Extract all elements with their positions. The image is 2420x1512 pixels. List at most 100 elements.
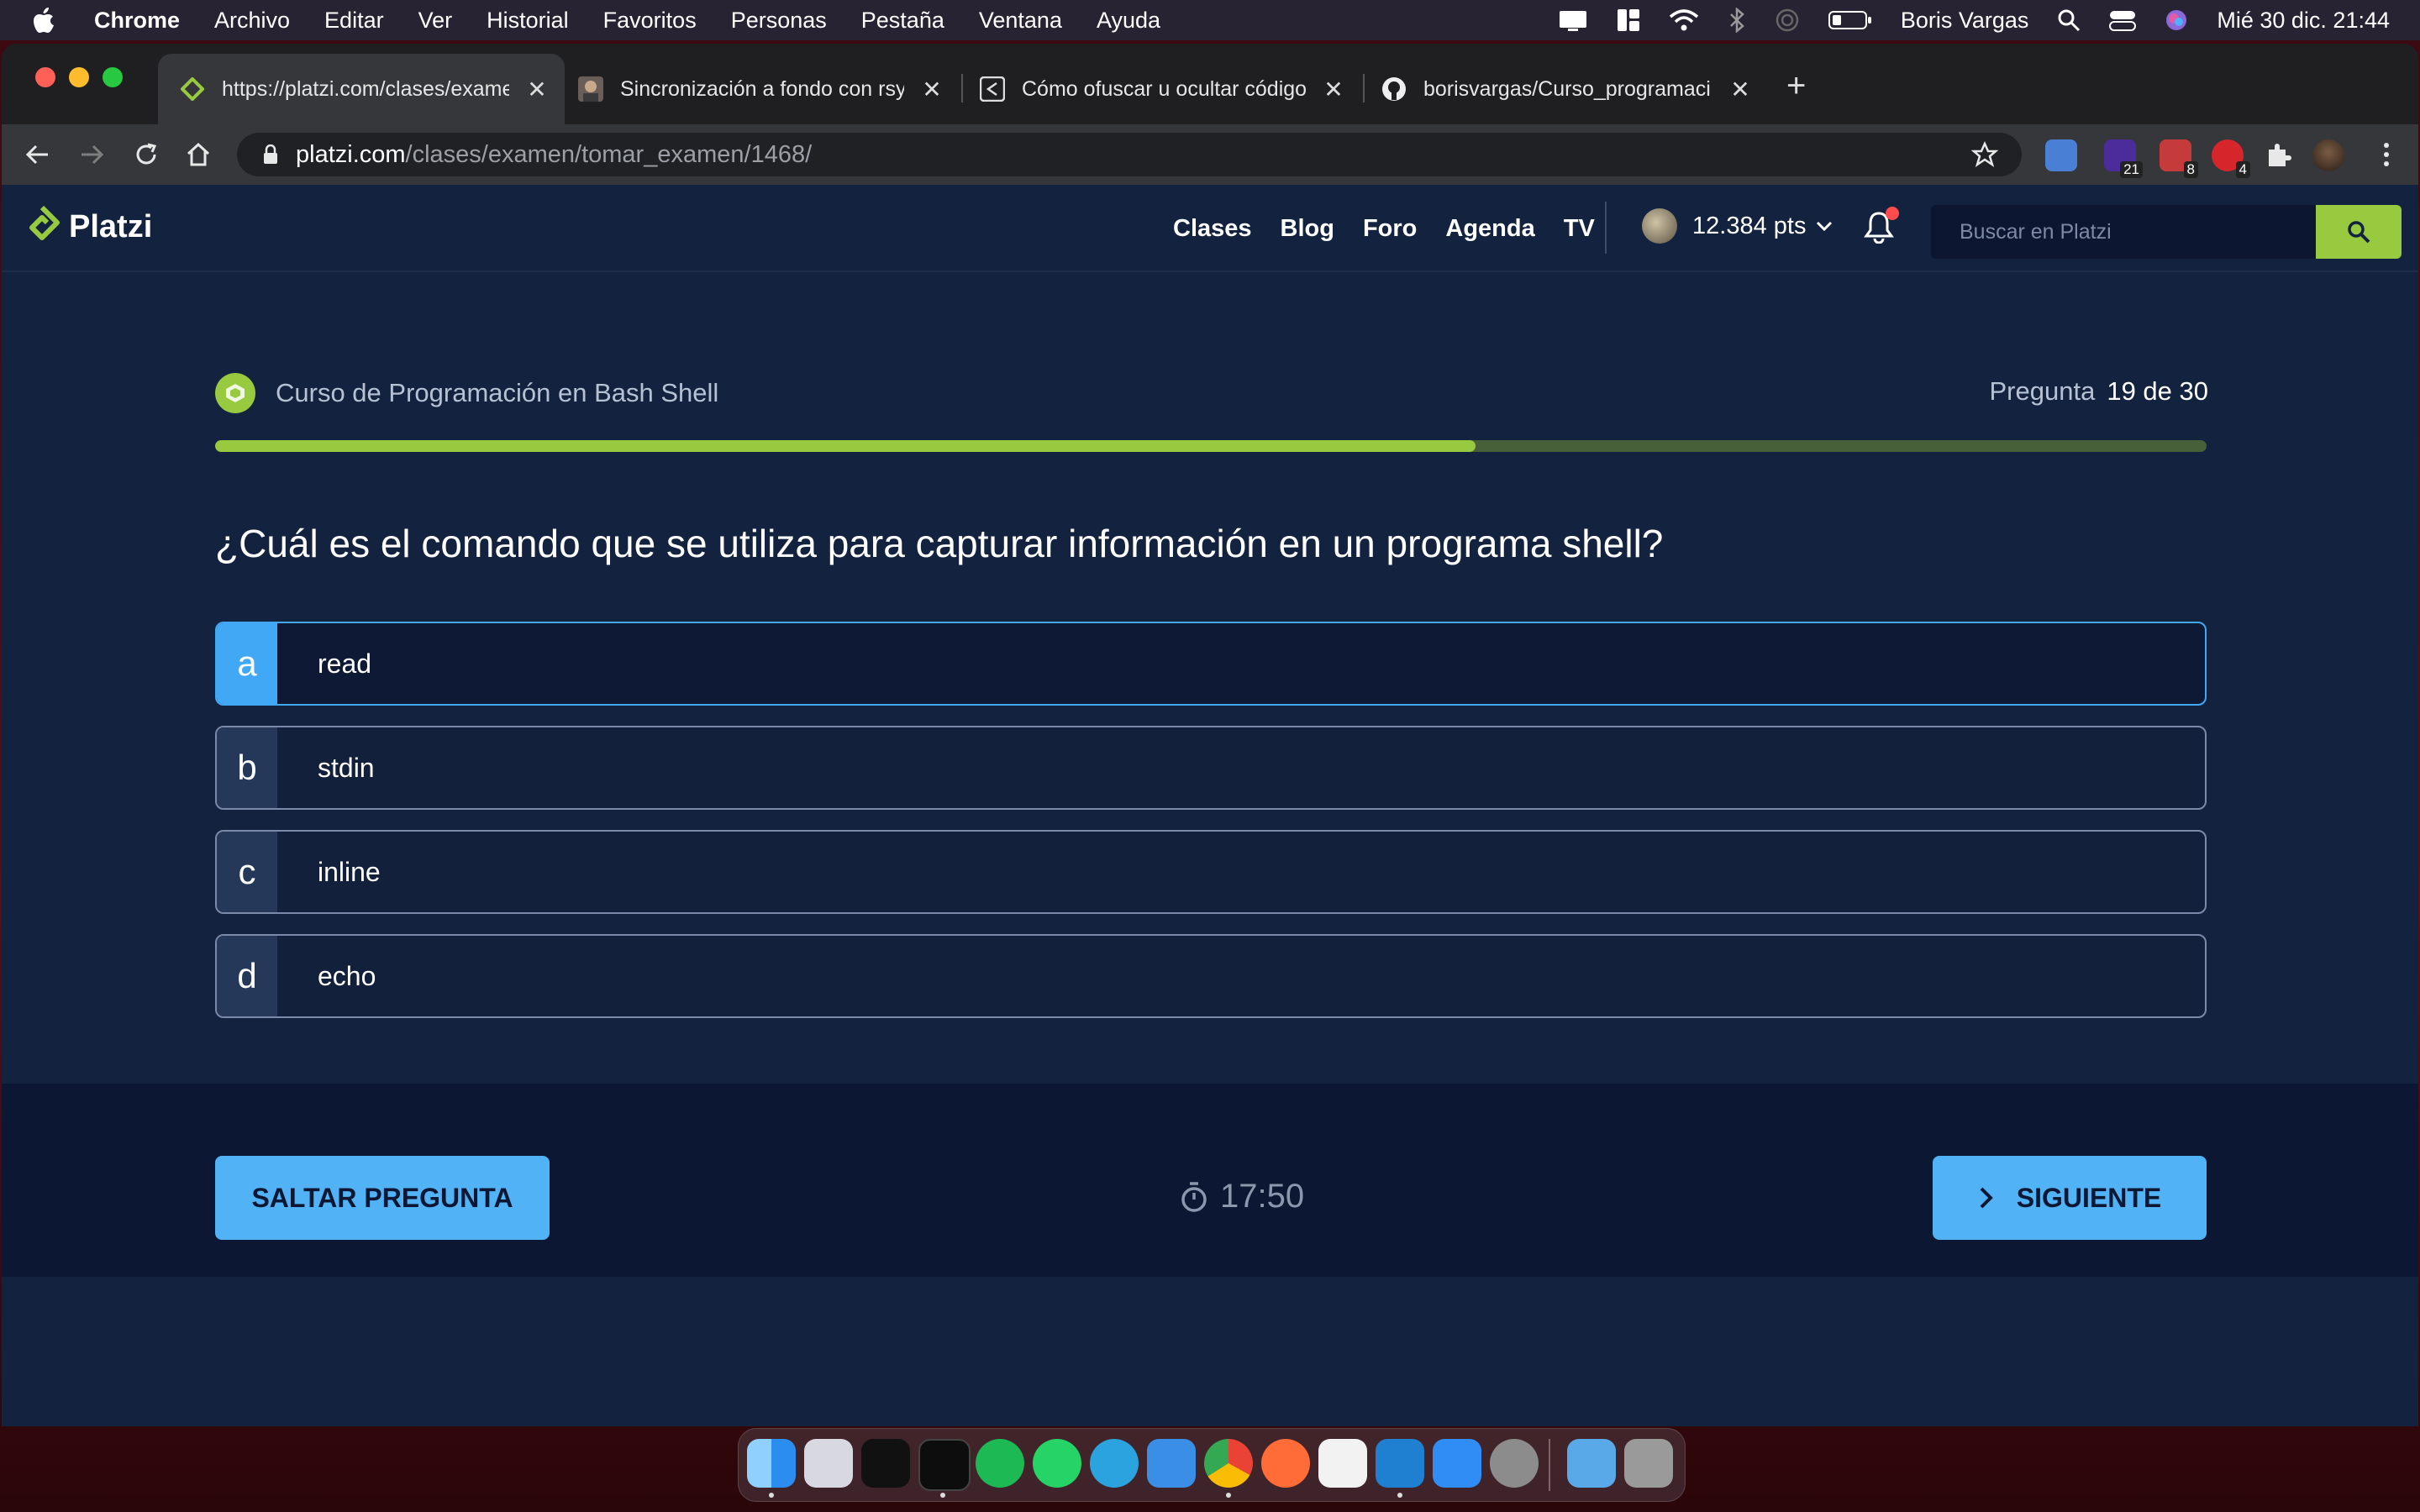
menu-ayuda[interactable]: Ayuda <box>1097 8 1160 34</box>
extension-badge: 21 <box>2120 161 2143 178</box>
question-counter-label: Pregunta <box>1989 376 2096 406</box>
sublime-icon[interactable] <box>1318 1439 1367 1488</box>
extension-red-icon[interactable]: 8 <box>2160 139 2198 178</box>
apple-icon[interactable] <box>34 6 59 34</box>
next-button[interactable]: SIGUIENTE <box>1933 1156 2207 1240</box>
launchpad-icon[interactable] <box>804 1439 853 1488</box>
exam-progress-bar <box>215 440 2207 452</box>
terminal-icon[interactable] <box>861 1439 910 1488</box>
nav-tv[interactable]: TV <box>1564 215 1595 243</box>
forward-icon[interactable] <box>77 139 108 170</box>
tab-github[interactable]: borisvargas/Curso_programaci ✕ <box>1360 54 1768 124</box>
course-heading: Curso de Programación en Bash Shell <box>215 373 718 413</box>
chrome-menu-icon[interactable] <box>2371 139 2402 170</box>
close-tab-icon[interactable]: ✕ <box>1321 76 1346 103</box>
spotify-icon[interactable] <box>976 1439 1024 1488</box>
extension-badge: 4 <box>2235 161 2250 178</box>
close-tab-icon[interactable]: ✕ <box>1728 76 1753 103</box>
extension-shield-icon[interactable]: 4 <box>2212 139 2250 178</box>
new-tab-button[interactable]: + <box>1786 67 1806 105</box>
url-text[interactable]: platzi.com/clases/examen/tomar_examen/14… <box>296 141 812 169</box>
puzzle-icon[interactable] <box>2262 139 2294 171</box>
menu-app-name[interactable]: Chrome <box>94 8 180 34</box>
menu-archivo[interactable]: Archivo <box>214 8 290 34</box>
skip-question-button[interactable]: SALTAR PREGUNTA <box>215 1156 550 1240</box>
vscode-icon[interactable] <box>1376 1439 1424 1488</box>
settings-icon[interactable] <box>1490 1439 1539 1488</box>
option-a[interactable]: a read <box>215 622 2207 706</box>
menu-favoritos[interactable]: Favoritos <box>603 8 697 34</box>
home-icon[interactable] <box>183 139 213 170</box>
downloads-folder-icon[interactable] <box>1567 1439 1616 1488</box>
option-text: read <box>318 648 372 679</box>
nav-blog[interactable]: Blog <box>1281 215 1334 243</box>
notifications-bell-icon[interactable] <box>1864 207 1899 248</box>
postman-icon[interactable] <box>1261 1439 1310 1488</box>
safari-icon[interactable] <box>1147 1439 1196 1488</box>
control-center-icon[interactable] <box>2109 8 2137 32</box>
user-points: 12.384 pts <box>1692 212 1807 239</box>
exam-timer: 17:50 <box>1180 1178 1304 1215</box>
nav-agenda[interactable]: Agenda <box>1445 215 1534 243</box>
profile-avatar[interactable] <box>2312 139 2344 171</box>
nav-foro[interactable]: Foro <box>1363 215 1417 243</box>
minimize-window-button[interactable] <box>69 67 89 87</box>
menubar-datetime[interactable]: Mié 30 dic. 21:44 <box>2217 8 2390 34</box>
macos-menubar: Chrome Archivo Editar Ver Historial Favo… <box>0 0 2420 40</box>
menu-historial[interactable]: Historial <box>487 8 569 34</box>
airdrop-icon[interactable] <box>1775 8 1800 33</box>
menu-ver[interactable]: Ver <box>418 8 453 34</box>
option-letter: d <box>217 936 277 1016</box>
bookmark-star-icon[interactable] <box>1970 140 1999 172</box>
window-controls <box>35 67 136 87</box>
siri-icon[interactable] <box>2165 8 2188 32</box>
appstore-icon[interactable] <box>1433 1439 1481 1488</box>
site-nav: Clases Blog Foro Agenda TV <box>1173 215 1623 243</box>
chevron-down-icon <box>1816 220 1833 232</box>
back-icon[interactable] <box>22 139 52 170</box>
bluetooth-off-icon[interactable] <box>1728 8 1746 33</box>
extension-purple-icon[interactable]: 21 <box>2104 139 2143 178</box>
tab-platzi-exam[interactable]: https://platzi.com/clases/exame ✕ <box>158 54 565 124</box>
trash-icon[interactable] <box>1624 1439 1673 1488</box>
layout-icon[interactable] <box>1617 8 1640 33</box>
spotlight-icon[interactable] <box>2057 8 2081 32</box>
reload-icon[interactable] <box>131 139 161 170</box>
menu-editar[interactable]: Editar <box>324 8 384 34</box>
menu-personas[interactable]: Personas <box>731 8 827 34</box>
tab-rsync[interactable]: Sincronización a fondo con rsy ✕ <box>556 54 960 124</box>
course-title: Curso de Programación en Bash Shell <box>276 378 719 407</box>
option-letter: a <box>217 623 277 704</box>
lock-icon[interactable] <box>262 144 279 165</box>
tab-title: borisvargas/Curso_programaci <box>1423 76 1711 101</box>
wifi-icon[interactable] <box>1669 8 1699 32</box>
whatsapp-icon[interactable] <box>1033 1439 1081 1488</box>
tab-ofuscar[interactable]: Cómo ofuscar u ocultar código ✕ <box>958 54 1361 124</box>
option-b[interactable]: b stdin <box>215 726 2207 810</box>
finder-icon[interactable] <box>747 1439 796 1488</box>
user-points-menu[interactable]: 12.384 pts <box>1642 208 1833 244</box>
question-counter: Pregunta 19 de 30 <box>1990 376 2209 407</box>
close-tab-icon[interactable]: ✕ <box>919 76 944 103</box>
running-indicator <box>940 1493 945 1498</box>
menu-ventana[interactable]: Ventana <box>979 8 1062 34</box>
platzi-logo[interactable]: Platzi <box>24 205 152 249</box>
display-icon[interactable] <box>1558 8 1588 33</box>
close-window-button[interactable] <box>35 67 55 87</box>
menu-pestana[interactable]: Pestaña <box>861 8 944 34</box>
address-bar[interactable]: platzi.com/clases/examen/tomar_examen/14… <box>237 133 2022 176</box>
search-button[interactable] <box>2316 205 2402 259</box>
search-input[interactable] <box>1931 205 2316 259</box>
nav-clases[interactable]: Clases <box>1173 215 1252 243</box>
close-tab-icon[interactable]: ✕ <box>524 76 550 103</box>
translate-icon[interactable] <box>2045 139 2077 171</box>
telegram-icon[interactable] <box>1090 1439 1139 1488</box>
option-c[interactable]: c inline <box>215 830 2207 914</box>
option-d[interactable]: d echo <box>215 934 2207 1018</box>
zoom-window-button[interactable] <box>103 67 123 87</box>
iterm-icon[interactable] <box>918 1439 971 1491</box>
tab-title: Cómo ofuscar u ocultar código <box>1022 76 1306 101</box>
browser-window: https://platzi.com/clases/exame ✕ Sincro… <box>2 44 2418 1426</box>
menubar-user[interactable]: Boris Vargas <box>1901 8 2029 34</box>
chrome-icon[interactable] <box>1204 1439 1253 1488</box>
